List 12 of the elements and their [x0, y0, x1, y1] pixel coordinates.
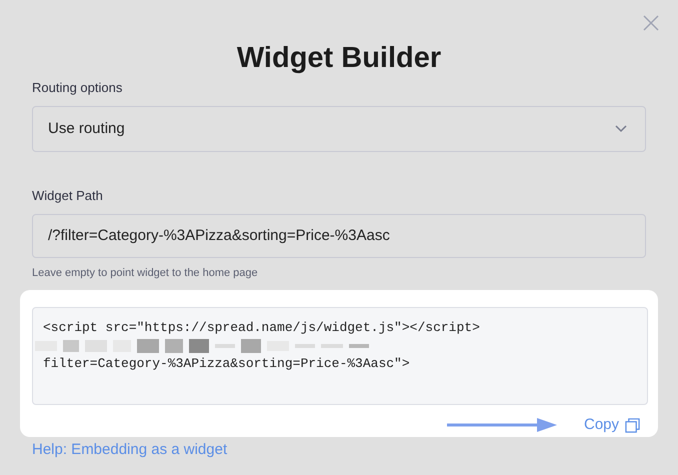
- arrow-icon: [447, 417, 557, 433]
- dialog-title: Widget Builder: [236, 41, 442, 76]
- chevron-down-icon: [615, 125, 627, 133]
- routing-select[interactable]: Use routing: [32, 106, 646, 152]
- code-line: <script src="https://spread.name/js/widget.js"></script>: [43, 319, 480, 337]
- close-icon[interactable]: [642, 14, 660, 32]
- copy-icon: [625, 418, 640, 433]
- widget-path-field[interactable]: /?filter=Category-%3APizza&sorting=Price-%3Aasc: [32, 214, 646, 258]
- field-label: Widget Path: [32, 188, 103, 204]
- code-line: filter=Category-%3APizza&sorting=Price-%3Aasc">: [43, 355, 410, 373]
- field-label: Routing options: [32, 80, 122, 96]
- field-hint: Leave empty to point widget to the home page: [32, 266, 258, 281]
